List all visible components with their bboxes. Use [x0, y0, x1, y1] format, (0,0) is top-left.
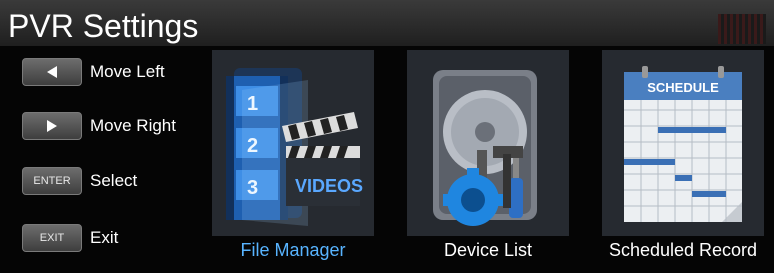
enter-key-button[interactable]: ENTER — [22, 167, 82, 195]
title-bar: PVR Settings — [0, 0, 774, 46]
tile-scheduled-record[interactable]: SCHEDULE — [602, 50, 764, 236]
right-arrow-icon — [47, 120, 57, 132]
tile-label-scheduled-record: Scheduled Record — [608, 240, 758, 260]
header-decoration — [718, 14, 766, 44]
svg-text:VIDEOS: VIDEOS — [295, 176, 363, 196]
schedule-calendar-icon: SCHEDULE — [602, 50, 764, 236]
left-arrow-icon — [47, 66, 57, 78]
hint-label-select: Select — [90, 171, 138, 190]
tile-file-manager[interactable]: 1 2 3 VIDEOS — [212, 50, 374, 236]
exit-key-button[interactable]: EXIT — [22, 224, 82, 252]
page-title: PVR Settings — [8, 8, 199, 44]
left-key-button[interactable] — [22, 58, 82, 86]
tile-label-file-manager: File Manager — [240, 240, 346, 260]
svg-text:SCHEDULE: SCHEDULE — [647, 80, 719, 95]
right-key-button[interactable] — [22, 112, 82, 140]
hint-label-move-left: Move Left — [90, 62, 165, 81]
hint-move-left: Move Left — [22, 58, 165, 86]
hint-move-right: Move Right — [22, 112, 176, 140]
hint-exit: EXIT Exit — [22, 224, 118, 252]
hint-select: ENTER Select — [22, 167, 137, 195]
tile-label-device-list: Device List — [443, 240, 533, 260]
hint-label-move-right: Move Right — [90, 116, 176, 135]
hint-label-exit: Exit — [90, 228, 119, 247]
video-folder-icon: 1 2 3 VIDEOS — [212, 50, 374, 236]
hard-drive-tools-icon — [407, 50, 569, 236]
tile-device-list[interactable] — [407, 50, 569, 236]
